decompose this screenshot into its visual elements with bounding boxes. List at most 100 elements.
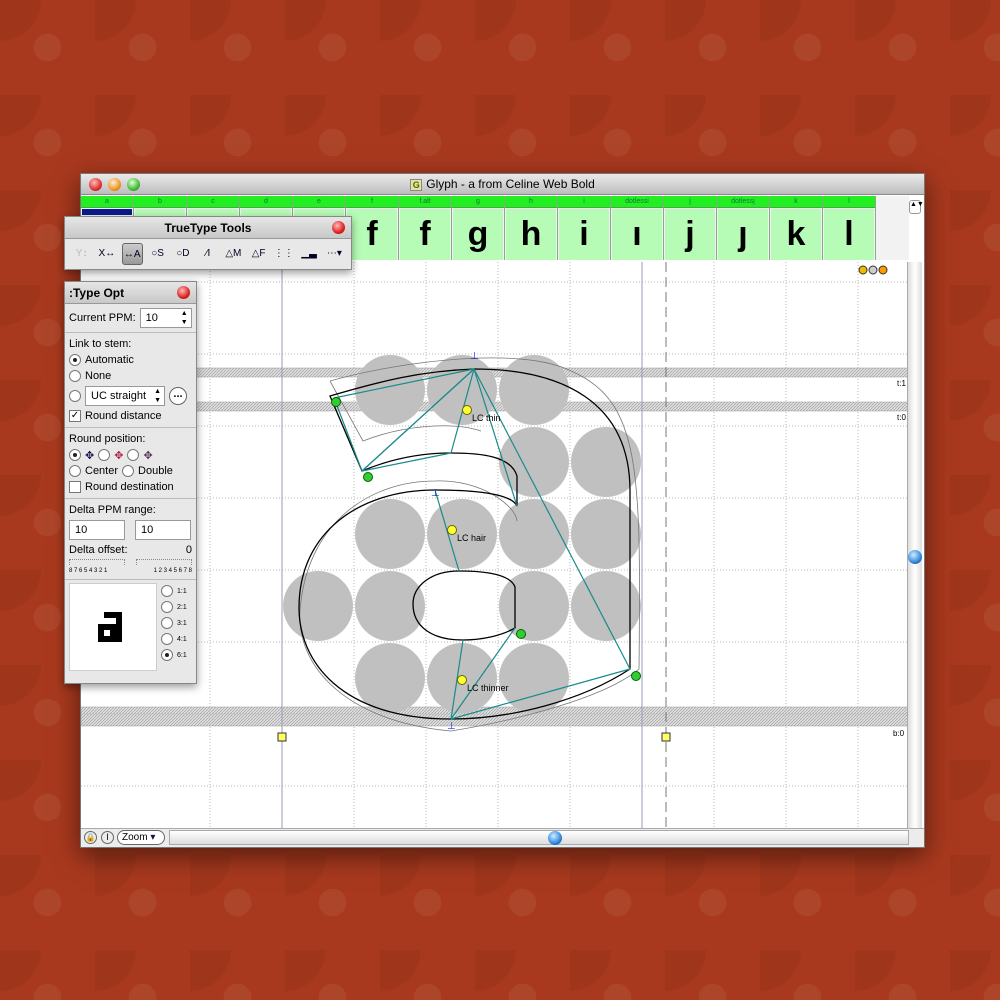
tool-button-2[interactable]: ↔A	[121, 243, 143, 265]
anchor-icon: ⊥	[470, 351, 479, 362]
glyph-cell-label: g	[452, 196, 504, 208]
window-title: Glyph - a from Celine Web Bold	[426, 177, 595, 191]
glyph-cell-f[interactable]: ff	[346, 196, 399, 260]
tool-button-0[interactable]: Y↕	[71, 243, 92, 265]
stepper-arrows-icon[interactable]: ▲ ▼	[181, 309, 188, 327]
radio-stem[interactable]	[69, 390, 81, 402]
glyph-cell-preview: f	[347, 209, 397, 260]
close-panel-button[interactable]	[177, 286, 190, 299]
glyph-cell-preview: h	[506, 209, 556, 260]
scale-label: 4:1	[177, 635, 187, 643]
scroll-thumb[interactable]	[908, 550, 922, 564]
status-indicator-icon	[858, 265, 868, 275]
glyph-cell-preview: ȷ	[718, 209, 768, 260]
link-to-stem-label: Link to stem:	[69, 338, 132, 350]
glyph-cell-i[interactable]: ii	[558, 196, 611, 260]
horizontal-scrollbar[interactable]	[169, 830, 909, 845]
scale-radio-3-1[interactable]: 3:1	[161, 615, 187, 631]
tool-button-1[interactable]: X↔	[96, 243, 117, 265]
zoom-select[interactable]: Zoom ▾	[117, 830, 165, 845]
glyph-cell-h[interactable]: hh	[505, 196, 558, 260]
scale-radio-1-1[interactable]: 1:1	[161, 583, 187, 599]
round-marker-icon	[457, 675, 467, 685]
scale-radio-4-1[interactable]: 4:1	[161, 631, 187, 647]
lock-icon[interactable]: 🔒	[84, 831, 97, 844]
tool-button-7[interactable]: △F	[248, 243, 269, 265]
anchor-icon: ⊥	[447, 721, 456, 732]
tool-button-8[interactable]: ⋮⋮	[273, 243, 294, 265]
interpolate-marker-icon	[516, 629, 526, 639]
round-destination-checkbox[interactable]: Round destination	[69, 479, 192, 495]
current-ppm-stepper[interactable]: 10 ▲ ▼	[139, 308, 192, 328]
tool-button-9[interactable]: ▁▃	[298, 243, 319, 265]
scale-radio-2-1[interactable]: 2:1	[161, 599, 187, 615]
automatic-label: Automatic	[85, 354, 134, 366]
round-half-icon: ✥	[114, 449, 124, 462]
tool-button-4[interactable]: ○D	[172, 243, 193, 265]
round-position-label: Round position:	[69, 433, 146, 445]
center-label: Center	[85, 465, 119, 477]
glyph-cell-j[interactable]: jj	[664, 196, 717, 260]
glyph-cell-preview: k	[771, 209, 821, 260]
radio-round-grid[interactable]	[69, 449, 81, 461]
close-button[interactable]	[89, 178, 102, 191]
palette-title: TrueType Tools	[164, 221, 252, 235]
pixel-dot	[355, 499, 425, 569]
info-icon[interactable]: I	[101, 831, 114, 844]
glyph-cell-preview: i	[559, 209, 609, 260]
tool-button-5[interactable]: ∕I	[197, 243, 218, 265]
radio-double[interactable]	[122, 465, 135, 477]
stem-select-value: UC straight	[91, 390, 147, 402]
interpolate-marker-icon	[363, 472, 373, 482]
hint-label: LC hair	[457, 533, 486, 543]
stem-select[interactable]: UC straight ▲ ▼	[85, 386, 165, 406]
bottom-bar: 🔒 I Zoom ▾	[81, 828, 924, 847]
radio-center[interactable]	[69, 465, 81, 477]
title-bar: G Glyph - a from Celine Web Bold	[81, 174, 924, 195]
glyph-cell-preview: l	[824, 209, 874, 260]
delta-to-input[interactable]: 10	[135, 520, 191, 540]
round-distance-checkbox[interactable]: ✓ Round distance	[69, 408, 192, 424]
glyph-cell-g[interactable]: gg	[452, 196, 505, 260]
more-button[interactable]: ...	[169, 387, 187, 405]
glyph-cell-label: h	[505, 196, 557, 208]
tool-button-6[interactable]: △M	[223, 243, 244, 265]
hscroll-thumb[interactable]	[548, 831, 562, 845]
glyph-cell-label: f	[346, 196, 398, 208]
glyph-cell-f-alt[interactable]: f.alt f	[399, 196, 452, 260]
minimize-button[interactable]	[108, 178, 121, 191]
status-indicator-icon	[868, 265, 878, 275]
scale-label: 2:1	[177, 603, 187, 611]
glyph-cell-dotlessi[interactable]: dotlessi ı	[611, 196, 664, 260]
hint-label: LC thin	[472, 413, 501, 423]
scale-label: 3:1	[177, 619, 187, 627]
tool-button-10[interactable]: ⋯▾	[324, 243, 345, 265]
radio-round-down[interactable]	[127, 449, 140, 461]
glyph-cell-k[interactable]: kk	[770, 196, 823, 260]
tool-button-3[interactable]: ○S	[147, 243, 168, 265]
glyph-cell-dotlessj[interactable]: dotlessj ȷ	[717, 196, 770, 260]
zoom-button[interactable]	[127, 178, 140, 191]
glyph-canvas[interactable]: LC thin LC hair LC thinner ⊥ ⊥ ⊥ t:1 t:0 b:0	[81, 262, 909, 829]
glyph-cell-label: l	[823, 196, 875, 208]
close-palette-button[interactable]	[332, 221, 345, 234]
delta-offset-label: Delta offset:	[69, 544, 128, 556]
delta-from-input[interactable]: 10	[69, 520, 125, 540]
radio-automatic[interactable]: Automatic	[69, 352, 192, 368]
offset-slider-left[interactable]	[69, 559, 125, 565]
round-down-icon: ✥	[143, 449, 153, 462]
current-ppm-label: Current PPM:	[69, 312, 136, 324]
glyph-cell-label: a	[81, 196, 133, 208]
scale-radio-6-1[interactable]: 6:1	[161, 647, 187, 663]
glyph-cell-l[interactable]: ll	[823, 196, 876, 260]
offset-slider-right[interactable]	[136, 559, 192, 565]
radio-none[interactable]: None	[69, 368, 192, 384]
round-grid-icon: ✥	[85, 449, 95, 462]
truetype-tools-palette: TrueType Tools Y↕ X↔ ↔A ○S ○D ∕I △M △F ⋮⋮ ▁▃ ⋯▾	[64, 216, 352, 270]
interpolate-marker-icon	[331, 397, 341, 407]
pixel-dot	[283, 571, 353, 641]
vertical-scrollbar[interactable]	[907, 262, 922, 829]
radio-round-half[interactable]	[98, 449, 111, 461]
type-opt-panel: :Type Opt Current PPM: 10 ▲ ▼ Link to stem…	[64, 281, 197, 684]
strip-scroll-arrows[interactable]: ▲▼	[909, 200, 924, 214]
